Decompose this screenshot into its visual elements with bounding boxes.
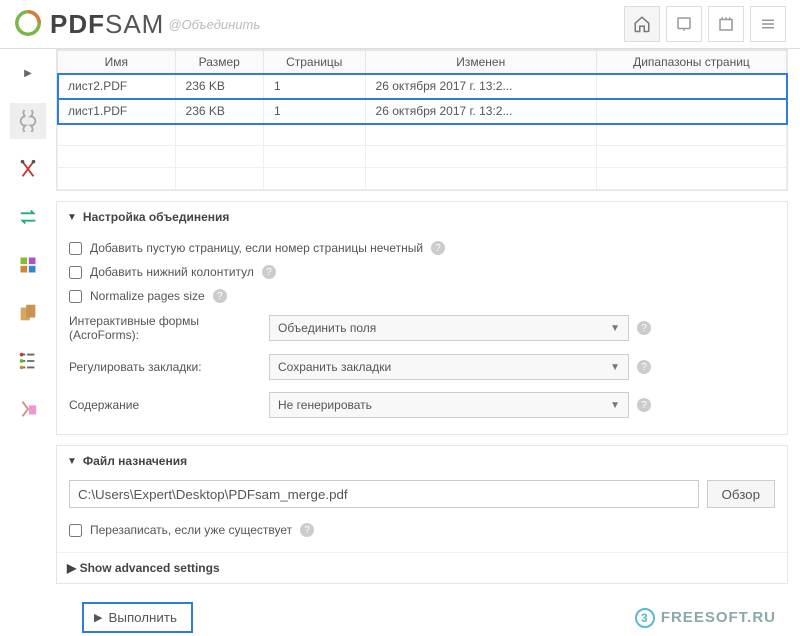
destination-header[interactable]: ▼Файл назначения <box>57 446 787 476</box>
help-icon[interactable]: ? <box>431 241 445 255</box>
menu-button[interactable] <box>750 6 786 42</box>
col-size[interactable]: Размер <box>175 51 263 74</box>
chevron-down-icon: ▼ <box>610 362 620 373</box>
caret-down-icon: ▼ <box>67 212 77 223</box>
col-name[interactable]: Имя <box>58 51 176 74</box>
chevron-down-icon: ▼ <box>610 400 620 411</box>
help-icon[interactable]: ? <box>300 523 314 537</box>
sidebar-bookmarks-icon[interactable] <box>10 343 46 379</box>
sidebar-alternate-icon[interactable] <box>10 199 46 235</box>
logo-icon <box>14 9 50 40</box>
sidebar-size-split-icon[interactable] <box>10 391 46 427</box>
bookmarks-select[interactable]: Сохранить закладки▼ <box>269 354 629 380</box>
chevron-down-icon: ▼ <box>610 323 620 334</box>
toc-select[interactable]: Не генерировать▼ <box>269 392 629 418</box>
sidebar-extract-icon[interactable] <box>10 247 46 283</box>
caret-down-icon: ▼ <box>67 456 77 467</box>
sidebar-split-icon[interactable] <box>10 151 46 187</box>
acroforms-label: Интерактивные формы (AcroForms): <box>69 314 269 342</box>
col-ranges[interactable]: Дипапазоны страниц <box>596 51 786 74</box>
col-modified[interactable]: Изменен <box>365 51 596 74</box>
add-blank-page-checkbox[interactable] <box>69 242 82 255</box>
footer: ▶Выполнить 3FREESOFT.RU <box>56 594 788 636</box>
app-header: PDFSAM @Объединить <box>0 0 800 49</box>
destination-panel: ▼Файл назначения Обзор Перезаписать, есл… <box>56 445 788 584</box>
main-content: Имя Размер Страницы Изменен Дипапазоны с… <box>56 49 800 636</box>
acroforms-select[interactable]: Объединить поля▼ <box>269 315 629 341</box>
help-icon[interactable]: ? <box>262 265 276 279</box>
help-icon[interactable]: ? <box>637 360 651 374</box>
sidebar-expand[interactable]: ▶ <box>10 55 46 91</box>
toc-label: Содержание <box>69 398 269 412</box>
browse-button[interactable]: Обзор <box>707 480 776 508</box>
sidebar: ▶ <box>0 49 56 636</box>
play-icon: ▶ <box>94 611 102 624</box>
table-row[interactable]: лист2.PDF 236 KB 1 26 октября 2017 г. 13… <box>58 74 787 99</box>
normalize-pages-checkbox[interactable] <box>69 290 82 303</box>
help-icon[interactable]: ? <box>213 289 227 303</box>
run-button[interactable]: ▶Выполнить <box>82 602 193 633</box>
overwrite-checkbox[interactable] <box>69 524 82 537</box>
destination-path-input[interactable] <box>69 480 699 508</box>
col-pages[interactable]: Страницы <box>263 51 365 74</box>
logo-text: PDFSAM <box>50 9 164 40</box>
table-row[interactable] <box>58 124 787 146</box>
file-table: Имя Размер Страницы Изменен Дипапазоны с… <box>56 49 788 191</box>
table-row[interactable]: лист1.PDF 236 KB 1 26 октября 2017 г. 13… <box>58 99 787 124</box>
module-subtitle: @Объединить <box>168 17 260 32</box>
notes-button[interactable] <box>708 6 744 42</box>
merge-settings-header[interactable]: ▼Настройка объединения <box>57 202 787 232</box>
caret-right-icon: ▶ <box>67 561 76 575</box>
bookmarks-label: Регулировать закладки: <box>69 360 269 374</box>
help-icon[interactable]: ? <box>637 398 651 412</box>
sidebar-merge-icon[interactable] <box>10 103 46 139</box>
sidebar-rotate-icon[interactable] <box>10 295 46 331</box>
table-row[interactable] <box>58 146 787 168</box>
watermark-icon: 3 <box>635 608 655 628</box>
help-icon[interactable]: ? <box>637 321 651 335</box>
notifications-button[interactable] <box>666 6 702 42</box>
add-footer-checkbox[interactable] <box>69 266 82 279</box>
watermark: 3FREESOFT.RU <box>635 608 776 628</box>
home-button[interactable] <box>624 6 660 42</box>
table-row[interactable] <box>58 168 787 190</box>
advanced-settings-header[interactable]: ▶ Show advanced settings <box>57 552 787 583</box>
merge-settings-panel: ▼Настройка объединения Добавить пустую с… <box>56 201 788 435</box>
